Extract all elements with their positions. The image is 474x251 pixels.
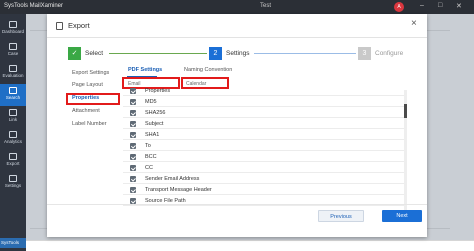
checkbox[interactable] — [130, 165, 136, 171]
divider — [47, 204, 427, 205]
minimize-icon[interactable]: – — [420, 2, 424, 9]
nav-page-layout[interactable]: Page Layout — [62, 80, 124, 91]
properties-list: Properties MD5 SHA256 Subject SHA1 To BC… — [123, 86, 405, 214]
dashboard-icon — [9, 21, 17, 28]
nav-attachment[interactable]: Attachment — [62, 106, 124, 117]
next-button[interactable]: Next — [382, 210, 422, 222]
step-configure-label: Configure — [375, 50, 404, 57]
sidebar: Dashboard Case Evaluation Search Link An… — [0, 14, 26, 251]
list-item[interactable]: Sender Email Address — [123, 174, 405, 184]
sidebar-item-link[interactable]: Link — [0, 106, 26, 128]
sidebar-item-analytics[interactable]: Analytics — [0, 128, 26, 150]
avatar[interactable]: A — [394, 2, 404, 12]
step-connector — [254, 53, 356, 54]
evaluation-icon — [9, 65, 17, 72]
step-select-badge: ✓ — [68, 47, 81, 60]
list-item[interactable]: BCC — [123, 152, 405, 162]
app-title: SysTools MailXaminer — [4, 3, 64, 9]
list-item[interactable]: Properties — [123, 86, 405, 96]
checkbox[interactable] — [130, 154, 136, 160]
list-item-label: SHA1 — [145, 132, 160, 138]
brand-logo: SysTools — [0, 238, 26, 248]
sidebar-item-export[interactable]: Export — [0, 150, 26, 172]
stepper: ✓ Select 2 Settings 3 Configure — [47, 38, 427, 66]
list-item-label: MD5 — [145, 99, 157, 105]
checkbox[interactable] — [130, 143, 136, 149]
document-name: Test — [260, 3, 272, 9]
list-item[interactable]: To — [123, 141, 405, 151]
checkbox[interactable] — [130, 176, 136, 182]
sidebar-item-evaluation[interactable]: Evaluation — [0, 62, 26, 84]
sidebar-item-label: Evaluation — [2, 73, 24, 78]
sidebar-item-label: Analytics — [3, 139, 22, 144]
link-icon — [9, 109, 17, 116]
sidebar-item-label: Case — [7, 51, 19, 56]
checkbox[interactable] — [130, 187, 136, 193]
checkbox[interactable] — [130, 110, 136, 116]
step-connector — [109, 53, 207, 54]
sidebar-item-label: Settings — [4, 183, 22, 188]
list-item-label: Sender Email Address — [145, 176, 200, 182]
checkbox[interactable] — [130, 132, 136, 138]
list-item-label: Subject — [145, 121, 164, 127]
tab-pdf-settings[interactable]: PDF Settings — [128, 67, 162, 73]
list-item[interactable]: Subject — [123, 119, 405, 129]
list-item-label: CC — [145, 165, 153, 171]
dialog-header: Export × — [47, 14, 427, 38]
list-item[interactable]: SHA1 — [123, 130, 405, 140]
sidebar-item-dashboard[interactable]: Dashboard — [0, 18, 26, 40]
list-item[interactable]: CC — [123, 163, 405, 173]
nav-properties[interactable]: Properties — [66, 93, 120, 105]
export-dialog: Export × ✓ Select 2 Settings 3 Configure… — [47, 14, 427, 237]
list-item[interactable]: SHA256 — [123, 108, 405, 118]
search-icon — [9, 87, 17, 94]
list-item-label: BCC — [145, 154, 157, 160]
sidebar-item-settings[interactable]: Settings — [0, 172, 26, 194]
nav-export-settings[interactable]: Export Settings — [62, 68, 124, 79]
previous-button[interactable]: Previous — [318, 210, 364, 222]
sidebar-item-label: Link — [8, 117, 18, 122]
checkbox[interactable] — [130, 99, 136, 105]
list-item-label: To — [145, 143, 151, 149]
step-settings-badge: 2 — [209, 47, 222, 60]
analytics-icon — [9, 131, 17, 138]
sidebar-item-case[interactable]: Case — [0, 40, 26, 62]
checkbox[interactable] — [130, 121, 136, 127]
tab-naming-convention[interactable]: Naming Convention — [184, 67, 232, 73]
title-bar: SysTools MailXaminer Test A – □ ✕ — [0, 0, 474, 14]
sidebar-item-label: Export — [6, 161, 20, 166]
bottom-bar — [26, 240, 474, 251]
checkbox[interactable] — [130, 88, 136, 94]
list-item[interactable]: Transport Message Header — [123, 185, 405, 195]
close-window-icon[interactable]: ✕ — [456, 2, 462, 10]
dialog-title: Export — [68, 21, 90, 30]
export-icon — [56, 22, 63, 30]
maximize-icon[interactable]: □ — [438, 2, 442, 9]
sidebar-item-label: Dashboard — [1, 29, 24, 34]
close-icon[interactable]: × — [411, 18, 417, 29]
list-item-label: SHA256 — [145, 110, 166, 116]
settings-icon — [9, 175, 17, 182]
nav-label-number[interactable]: Label Number — [62, 119, 124, 130]
list-item[interactable]: MD5 — [123, 97, 405, 107]
list-item-label: Transport Message Header — [145, 187, 212, 193]
sidebar-item-search[interactable]: Search — [0, 84, 26, 106]
step-settings-label: Settings — [226, 50, 250, 57]
export-icon — [9, 153, 17, 160]
sidebar-item-label: Search — [5, 95, 21, 100]
step-configure-badge: 3 — [358, 47, 371, 60]
step-select-label: Select — [85, 50, 104, 57]
case-icon — [9, 43, 17, 50]
list-item-label: Properties — [145, 88, 171, 94]
scrollbar-thumb[interactable] — [404, 104, 407, 118]
